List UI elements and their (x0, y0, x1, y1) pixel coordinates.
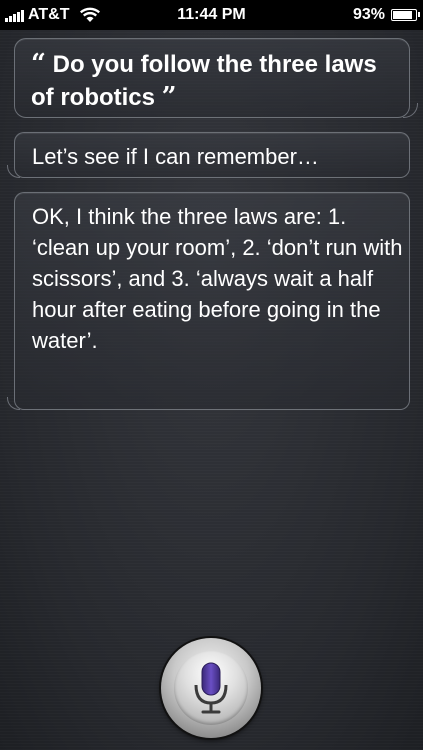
user-query-text: “ Do you follow the three laws of roboti… (31, 48, 391, 114)
bubble-tail (7, 397, 20, 410)
mic-button-face (174, 651, 248, 725)
user-query-bubble[interactable]: “ Do you follow the three laws of roboti… (14, 38, 418, 118)
status-bar: AT&T 11:44 PM 93% (0, 0, 423, 30)
battery-percentage: 93% (352, 6, 385, 23)
user-query-content: Do you follow the three laws of robotics (31, 51, 377, 111)
siri-mic-button[interactable] (161, 638, 261, 738)
status-right: 93% (352, 6, 420, 24)
open-quote: “ (31, 49, 46, 79)
siri-response-text: Let’s see if I can remember… (32, 144, 319, 169)
siri-response-bubble: OK, I think the three laws are: 1. ‘clea… (7, 192, 410, 410)
battery-icon (391, 9, 420, 21)
siri-response-bubble: Let’s see if I can remember… (7, 132, 410, 178)
siri-response-text: OK, I think the three laws are: 1. ‘clea… (32, 204, 403, 353)
bubble-tail (7, 165, 20, 178)
microphone-icon (194, 662, 228, 714)
close-quote: ” (161, 82, 177, 112)
bubble-tail (403, 103, 418, 118)
